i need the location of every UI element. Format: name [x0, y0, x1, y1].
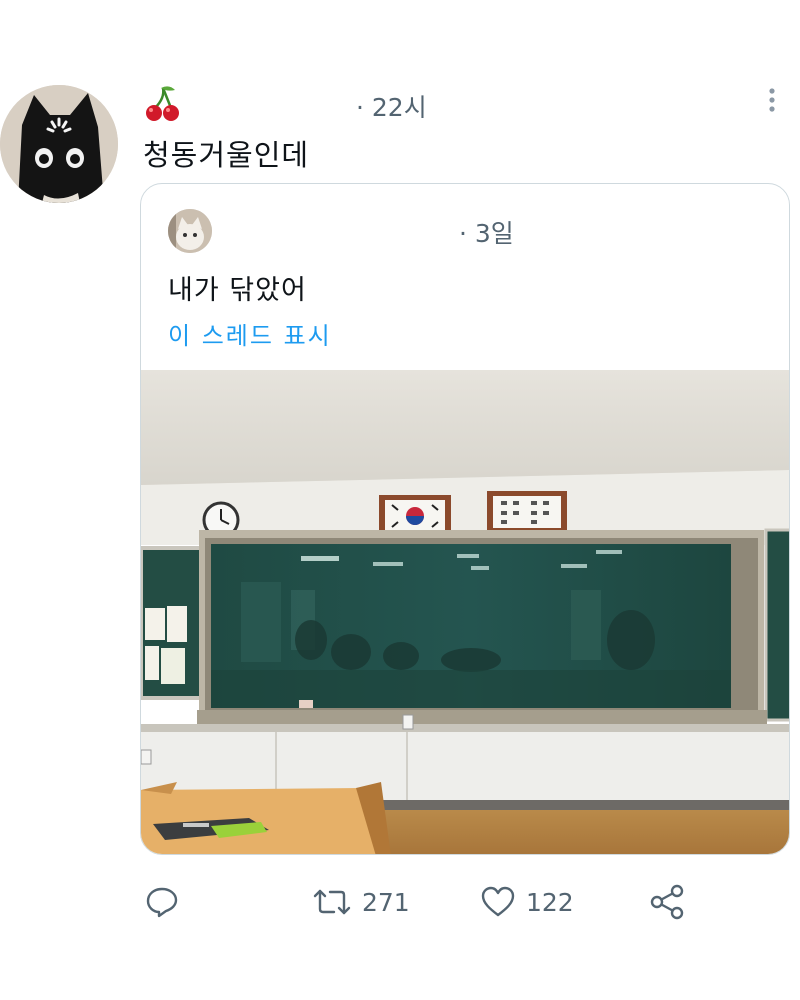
- quote-avatar[interactable]: [168, 209, 212, 253]
- avatar[interactable]: [0, 85, 118, 203]
- quote-timestamp[interactable]: · 3일: [459, 214, 514, 250]
- retweet-button[interactable]: 271: [312, 880, 410, 924]
- like-button[interactable]: 122: [480, 880, 574, 924]
- reply-icon: [146, 887, 178, 918]
- quoted-tweet-card[interactable]: · 3일 내가 닦았어 이 스레드 표시: [140, 183, 790, 855]
- reply-button[interactable]: [145, 880, 179, 924]
- cherries-emoji: [143, 84, 183, 124]
- quote-avatar-image: [168, 209, 212, 253]
- like-count: 122: [526, 887, 574, 917]
- retweet-icon: [313, 889, 351, 915]
- classroom-blackboard-photo[interactable]: [141, 370, 789, 854]
- more-options-icon[interactable]: [760, 86, 784, 116]
- heart-icon: [481, 886, 515, 917]
- share-icon: [650, 884, 684, 920]
- quote-text: 내가 닦았어: [168, 275, 307, 306]
- share-button[interactable]: [648, 880, 686, 924]
- tweet-timestamp[interactable]: · 22시: [356, 88, 427, 124]
- tweet-text: 청동거울인데: [143, 138, 310, 172]
- retweet-count: 271: [362, 887, 410, 917]
- black-cat-avatar: [0, 85, 118, 203]
- show-thread-link[interactable]: 이 스레드 표시: [168, 316, 332, 351]
